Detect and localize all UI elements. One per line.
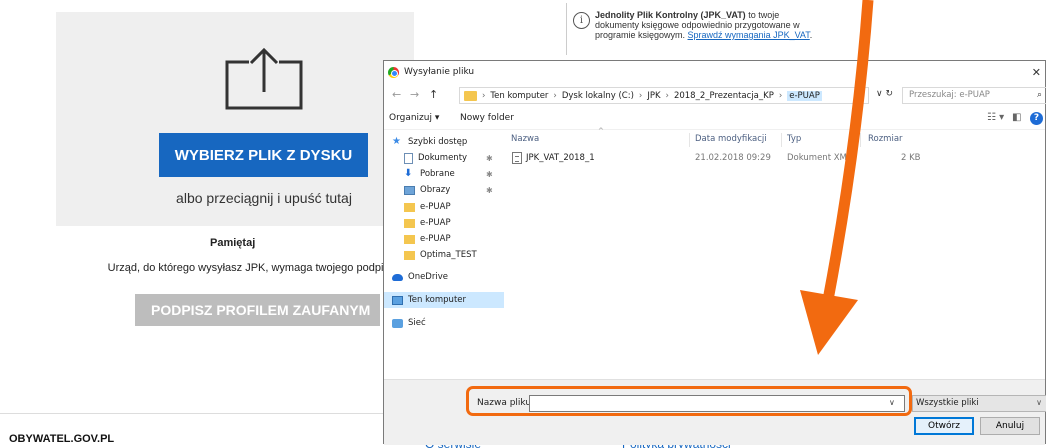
- folder-icon: [404, 202, 415, 212]
- crumb-presentation[interactable]: 2018_2_Prezentacja_KP: [674, 91, 774, 101]
- crumb-this-pc[interactable]: Ten komputer: [490, 91, 548, 101]
- computer-icon: [392, 295, 403, 305]
- new-folder-button[interactable]: Nowy folder: [460, 113, 514, 123]
- view-options-icon[interactable]: ☷ ▾: [987, 112, 1004, 123]
- xml-file-icon: [512, 152, 522, 164]
- cloud-icon: [392, 273, 403, 281]
- search-input[interactable]: Przeszukaj: e-PUAP ⌕: [902, 87, 1046, 104]
- footer-divider: [0, 413, 410, 414]
- nav-folder-optima[interactable]: Optima_TEST: [404, 247, 524, 263]
- dialog-titlebar[interactable]: Wysyłanie pliku ✕: [384, 61, 1045, 83]
- file-type-filter[interactable]: Wszystkie pliki ∨: [912, 395, 1046, 412]
- open-button[interactable]: Otwórz: [914, 417, 974, 435]
- path-breadcrumb[interactable]: › Ten komputer › Dysk lokalny (C:) › JPK…: [459, 87, 869, 104]
- file-size: 2 KB: [901, 153, 921, 163]
- download-icon: ⬇: [404, 168, 413, 179]
- address-bar: ← → ↑ › Ten komputer › Dysk lokalny (C:)…: [384, 85, 1046, 105]
- drop-hint: albo przeciągnij i upuść tutaj: [176, 190, 352, 206]
- crumb-jpk[interactable]: JPK: [647, 91, 660, 101]
- footer-brand[interactable]: OBYWATEL.GOV.PL: [9, 433, 114, 445]
- upload-dropzone[interactable]: WYBIERZ PLIK Z DYSKU albo przeciągnij i …: [56, 12, 414, 226]
- back-icon[interactable]: ←: [392, 88, 401, 101]
- sign-trusted-profile-button[interactable]: PODPISZ PROFILEM ZAUFANYM: [135, 294, 380, 326]
- nav-pictures[interactable]: Obrazy: [404, 182, 524, 198]
- requirements-link[interactable]: Sprawdź wymagania JPK_VAT: [688, 30, 810, 40]
- nav-onedrive[interactable]: OneDrive: [392, 269, 512, 285]
- forward-icon[interactable]: →: [410, 88, 419, 101]
- info-after: .: [809, 30, 813, 40]
- column-size[interactable]: Rozmiar: [868, 134, 903, 144]
- organize-menu[interactable]: Organizuj ▾: [389, 113, 439, 123]
- dialog-title: Wysyłanie pliku: [404, 67, 475, 77]
- choose-file-button[interactable]: WYBIERZ PLIK Z DYSKU: [159, 133, 368, 177]
- pictures-icon: [404, 185, 415, 195]
- info-icon: i: [573, 12, 590, 29]
- pin-icon: ✱: [486, 170, 493, 179]
- crumb-epuap[interactable]: e-PUAP: [787, 91, 822, 101]
- nav-this-pc[interactable]: Ten komputer: [384, 292, 504, 308]
- folder-icon: [404, 234, 415, 244]
- pin-icon: ✱: [486, 154, 493, 163]
- preview-pane-icon[interactable]: ◧: [1012, 112, 1021, 123]
- file-modified: 21.02.2018 09:29: [695, 153, 771, 163]
- folder-icon: [464, 91, 477, 101]
- remember-text: Urząd, do którego wysyłasz JPK, wymaga t…: [107, 262, 395, 274]
- nav-quick-access[interactable]: ★ Szybki dostęp: [392, 134, 512, 150]
- pin-icon: ✱: [486, 186, 493, 195]
- file-name: JPK_VAT_2018_1: [526, 153, 595, 163]
- search-placeholder: Przeszukaj: e-PUAP: [909, 90, 990, 100]
- column-name[interactable]: Nazwa: [511, 134, 539, 144]
- cancel-button[interactable]: Anuluj: [980, 417, 1040, 435]
- folder-icon: [404, 250, 415, 260]
- network-icon: [392, 318, 403, 328]
- remember-heading: Pamiętaj: [210, 237, 256, 249]
- info-box: i Jednolity Plik Kontrolny (JPK_VAT) to …: [566, 3, 836, 55]
- chrome-icon: [388, 67, 399, 78]
- document-icon: [404, 152, 413, 164]
- nav-folder-epuap-1[interactable]: e-PUAP: [404, 199, 524, 215]
- info-text: Jednolity Plik Kontrolny (JPK_VAT) to tw…: [595, 10, 825, 40]
- nav-folder-epuap-2[interactable]: e-PUAP: [404, 215, 524, 231]
- search-icon: ⌕: [1036, 90, 1042, 100]
- file-type: Dokument XML: [787, 153, 852, 163]
- help-icon[interactable]: ?: [1030, 112, 1043, 125]
- dialog-toolbar: Organizuj ▾ Nowy folder ☷ ▾ ◧ ?: [384, 108, 1045, 130]
- nav-documents[interactable]: Dokumenty: [404, 150, 524, 166]
- file-row[interactable]: JPK_VAT_2018_1 21.02.2018 09:29 Dokument…: [510, 151, 921, 167]
- up-icon[interactable]: ↑: [429, 88, 438, 101]
- star-icon: ★: [392, 136, 401, 147]
- info-bold: Jednolity Plik Kontrolny (JPK_VAT): [595, 10, 746, 20]
- nav-downloads[interactable]: ⬇ Pobrane: [404, 166, 524, 182]
- nav-folder-epuap-3[interactable]: e-PUAP: [404, 231, 524, 247]
- upload-icon: [225, 47, 303, 110]
- filter-value: Wszystkie pliki: [916, 398, 979, 408]
- nav-network[interactable]: Sieć: [392, 315, 512, 331]
- path-dropdown-refresh[interactable]: ∨ ↻: [876, 89, 893, 99]
- sort-caret-icon: ^: [598, 127, 604, 135]
- crumb-local-disk[interactable]: Dysk lokalny (C:): [562, 91, 634, 101]
- column-modified[interactable]: Data modyfikacji: [695, 134, 767, 144]
- column-type[interactable]: Typ: [787, 134, 801, 144]
- navigation-pane: ★ Szybki dostęp Dokumenty ✱ ⬇ Pobrane ✱ Ob…: [384, 133, 504, 379]
- folder-icon: [404, 218, 415, 228]
- filename-highlight-box: [466, 386, 912, 416]
- close-icon[interactable]: ✕: [1032, 66, 1041, 79]
- chevron-down-icon: ∨: [1036, 398, 1042, 407]
